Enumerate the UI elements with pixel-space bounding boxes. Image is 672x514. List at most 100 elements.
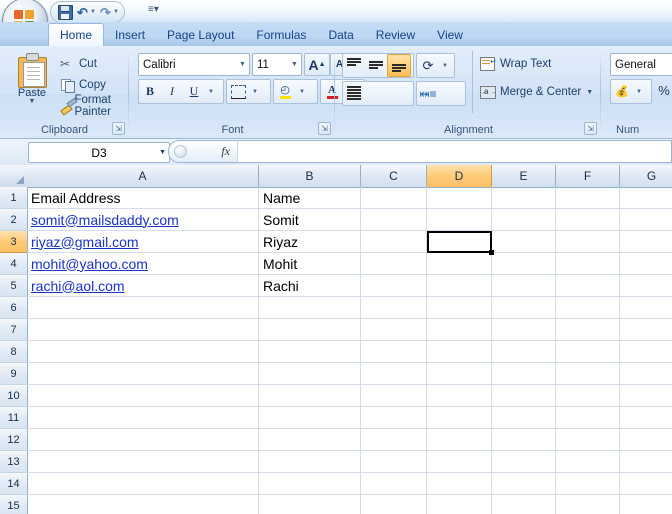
column-header-b[interactable]: B bbox=[259, 165, 361, 188]
cell-F8[interactable] bbox=[556, 341, 620, 363]
cell-B13[interactable] bbox=[259, 451, 361, 473]
cell-G7[interactable] bbox=[620, 319, 672, 341]
cell-A6[interactable] bbox=[27, 297, 259, 319]
row-header-2[interactable]: 2 bbox=[0, 209, 28, 231]
cell-A2[interactable]: somit@mailsdaddy.com bbox=[27, 209, 259, 231]
cell-G8[interactable] bbox=[620, 341, 672, 363]
percent-style-button[interactable]: % bbox=[652, 79, 672, 102]
align-right-button[interactable] bbox=[343, 83, 365, 104]
underline-button[interactable]: U bbox=[183, 81, 205, 102]
cell-D6[interactable] bbox=[427, 297, 492, 319]
cell-A9[interactable] bbox=[27, 363, 259, 385]
cell-D13[interactable] bbox=[427, 451, 492, 473]
alignment-dialog-launcher[interactable]: ⇲ bbox=[584, 122, 597, 135]
cut-button[interactable]: ✂ Cut bbox=[60, 54, 97, 73]
cell-C8[interactable] bbox=[361, 341, 427, 363]
cell-G4[interactable] bbox=[620, 253, 672, 275]
fill-color-dropdown-icon[interactable]: ▼ bbox=[296, 81, 307, 102]
cell-B9[interactable] bbox=[259, 363, 361, 385]
cell-D10[interactable] bbox=[427, 385, 492, 407]
customize-qat-icon[interactable]: ≡▾ bbox=[148, 4, 159, 15]
select-all-corner[interactable] bbox=[0, 165, 28, 188]
cell-F5[interactable] bbox=[556, 275, 620, 297]
cell-E12[interactable] bbox=[492, 429, 556, 451]
orientation-dropdown-icon[interactable]: ▼ bbox=[439, 55, 450, 76]
wrap-text-button[interactable]: ↵ Wrap Text bbox=[480, 54, 551, 74]
cell-E4[interactable] bbox=[492, 253, 556, 275]
cell-F2[interactable] bbox=[556, 209, 620, 231]
cell-D9[interactable] bbox=[427, 363, 492, 385]
cell-A11[interactable] bbox=[27, 407, 259, 429]
cell-C12[interactable] bbox=[361, 429, 427, 451]
cell-B12[interactable] bbox=[259, 429, 361, 451]
cell-D3[interactable] bbox=[427, 231, 492, 253]
merge-center-button[interactable]: a ← → Merge & Center ▼ bbox=[480, 82, 593, 102]
orientation-button[interactable]: ⟳ bbox=[417, 55, 439, 76]
cell-F7[interactable] bbox=[556, 319, 620, 341]
cell-D5[interactable] bbox=[427, 275, 492, 297]
fill-color-button[interactable]: ◴ bbox=[274, 81, 296, 102]
cell-F11[interactable] bbox=[556, 407, 620, 429]
cell-A12[interactable] bbox=[27, 429, 259, 451]
italic-button[interactable]: I bbox=[161, 81, 183, 102]
row-header-14[interactable]: 14 bbox=[0, 473, 28, 495]
cancel-icon[interactable] bbox=[174, 145, 187, 158]
cell-G14[interactable] bbox=[620, 473, 672, 495]
cell-A8[interactable] bbox=[27, 341, 259, 363]
cell-G9[interactable] bbox=[620, 363, 672, 385]
row-header-10[interactable]: 10 bbox=[0, 385, 28, 407]
row-header-13[interactable]: 13 bbox=[0, 451, 28, 473]
cell-B2[interactable]: Somit bbox=[259, 209, 361, 231]
column-header-g[interactable]: G bbox=[620, 165, 672, 188]
underline-dropdown-icon[interactable]: ▼ bbox=[205, 81, 216, 102]
increase-font-size-button[interactable]: A ▲ bbox=[304, 53, 330, 76]
row-header-12[interactable]: 12 bbox=[0, 429, 28, 451]
cell-C15[interactable] bbox=[361, 495, 427, 514]
tab-data[interactable]: Data bbox=[317, 25, 364, 46]
cell-F6[interactable] bbox=[556, 297, 620, 319]
cell-G11[interactable] bbox=[620, 407, 672, 429]
cell-A14[interactable] bbox=[27, 473, 259, 495]
increase-indent-button[interactable]: ⇥≡ bbox=[417, 83, 439, 104]
cell-E11[interactable] bbox=[492, 407, 556, 429]
cell-G5[interactable] bbox=[620, 275, 672, 297]
formula-input[interactable] bbox=[237, 140, 672, 163]
currency-icon[interactable]: 💰 bbox=[611, 81, 633, 102]
cell-B3[interactable]: Riyaz bbox=[259, 231, 361, 253]
cell-D1[interactable] bbox=[427, 187, 492, 209]
cell-C11[interactable] bbox=[361, 407, 427, 429]
tab-review[interactable]: Review bbox=[365, 25, 426, 46]
cell-E9[interactable] bbox=[492, 363, 556, 385]
cell-E13[interactable] bbox=[492, 451, 556, 473]
borders-button[interactable] bbox=[227, 81, 249, 102]
cell-E6[interactable] bbox=[492, 297, 556, 319]
tab-view[interactable]: View bbox=[426, 25, 474, 46]
cell-F3[interactable] bbox=[556, 231, 620, 253]
cell-C13[interactable] bbox=[361, 451, 427, 473]
cell-E3[interactable] bbox=[492, 231, 556, 253]
cell-B8[interactable] bbox=[259, 341, 361, 363]
format-painter-button[interactable]: Format Painter bbox=[60, 94, 129, 118]
cell-D4[interactable] bbox=[427, 253, 492, 275]
cell-F14[interactable] bbox=[556, 473, 620, 495]
row-header-11[interactable]: 11 bbox=[0, 407, 28, 429]
cell-E14[interactable] bbox=[492, 473, 556, 495]
font-name-combo[interactable]: Calibri ▼ bbox=[138, 53, 250, 76]
row-header-3[interactable]: 3 bbox=[0, 231, 28, 253]
cell-C3[interactable] bbox=[361, 231, 427, 253]
cell-E5[interactable] bbox=[492, 275, 556, 297]
column-header-c[interactable]: C bbox=[361, 165, 427, 188]
cell-A1[interactable]: Email Address bbox=[27, 187, 259, 209]
cell-F15[interactable] bbox=[556, 495, 620, 514]
cell-C6[interactable] bbox=[361, 297, 427, 319]
cell-G15[interactable] bbox=[620, 495, 672, 514]
merge-center-dropdown-icon[interactable]: ▼ bbox=[586, 89, 593, 96]
column-header-d[interactable]: D bbox=[427, 165, 492, 188]
cell-C10[interactable] bbox=[361, 385, 427, 407]
column-header-f[interactable]: F bbox=[556, 165, 620, 188]
top-align-button[interactable] bbox=[343, 55, 365, 76]
chevron-down-icon[interactable]: ▼ bbox=[288, 61, 301, 68]
cell-D7[interactable] bbox=[427, 319, 492, 341]
cell-F9[interactable] bbox=[556, 363, 620, 385]
row-header-4[interactable]: 4 bbox=[0, 253, 28, 275]
